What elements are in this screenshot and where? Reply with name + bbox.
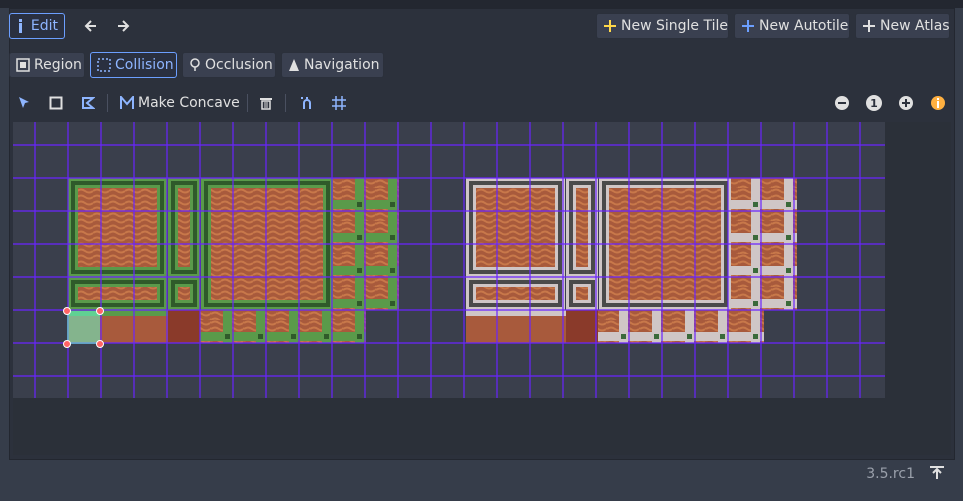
select-tool-button[interactable] [13, 90, 35, 116]
make-concave-button[interactable]: Make Concave [113, 90, 241, 116]
tab-region[interactable]: Region [9, 52, 85, 78]
tab-collision-label: Collision [115, 57, 174, 73]
plus-icon [603, 18, 617, 34]
arrow-right-icon [116, 18, 130, 34]
tab-occlusion[interactable]: Occlusion [182, 52, 276, 78]
help-warning-button[interactable] [927, 90, 949, 116]
back-button[interactable] [78, 13, 104, 39]
collapse-panel-button[interactable] [929, 464, 947, 484]
zoom-reset-label: 1 [866, 95, 882, 111]
tab-collision[interactable]: Collision [90, 52, 177, 78]
rectangle-icon [48, 95, 64, 111]
zoom-in-icon [898, 95, 914, 111]
tab-occlusion-label: Occlusion [205, 57, 273, 73]
trash-icon [258, 95, 274, 111]
zoom-out-icon [834, 95, 850, 111]
top-border [0, 0, 963, 8]
grid-icon [331, 95, 347, 111]
separator [285, 94, 286, 112]
warning-icon [930, 95, 946, 111]
concave-icon [120, 95, 134, 111]
zoom-out-button[interactable] [831, 90, 853, 116]
tileset-editor: Edit New Single Tile New Autotile New At… [0, 0, 963, 501]
new-atlas-button[interactable]: New Atlas [855, 13, 950, 39]
snap-icon [299, 95, 315, 111]
arrow-left-icon [84, 18, 98, 34]
tileset-texture[interactable] [13, 122, 951, 455]
tab-navigation[interactable]: Navigation [281, 52, 384, 78]
new-autotile-label: New Autotile [759, 18, 849, 34]
collision-vertex-handle[interactable] [63, 307, 71, 315]
tileset-canvas[interactable] [13, 122, 951, 455]
occlusion-icon [189, 57, 201, 73]
polygon-tool-button[interactable] [77, 90, 99, 116]
separator [107, 94, 108, 112]
collision-icon [97, 57, 111, 73]
collision-vertex-handle[interactable] [63, 340, 71, 348]
rectangle-tool-button[interactable] [45, 90, 67, 116]
collision-vertex-handle[interactable] [96, 340, 104, 348]
edit-icon [16, 18, 27, 34]
tab-region-label: Region [34, 57, 82, 73]
forward-button[interactable] [110, 13, 136, 39]
delete-shape-button[interactable] [255, 90, 277, 116]
plus-icon [862, 18, 876, 34]
region-icon [16, 57, 30, 73]
new-single-tile-button[interactable]: New Single Tile [596, 13, 729, 39]
grid-toggle-button[interactable] [328, 90, 350, 116]
snap-toggle-button[interactable] [296, 90, 318, 116]
new-autotile-button[interactable]: New Autotile [734, 13, 850, 39]
make-concave-label: Make Concave [138, 95, 240, 111]
edit-button[interactable]: Edit [9, 13, 65, 39]
footer-bar [0, 460, 963, 501]
zoom-reset-button[interactable]: 1 [863, 90, 885, 116]
plus-icon [741, 18, 755, 34]
new-atlas-label: New Atlas [880, 18, 950, 34]
tab-navigation-label: Navigation [304, 57, 380, 73]
separator [247, 94, 248, 112]
new-single-tile-label: New Single Tile [621, 18, 728, 34]
zoom-in-button[interactable] [895, 90, 917, 116]
polygon-icon [80, 95, 96, 111]
navigation-icon [288, 57, 300, 73]
collapse-icon [929, 464, 945, 480]
edit-label: Edit [30, 18, 58, 34]
collision-vertex-handle[interactable] [96, 307, 104, 315]
pointer-icon [16, 95, 32, 111]
collision-shape[interactable] [67, 311, 100, 344]
version-label: 3.5.rc1 [866, 466, 915, 482]
